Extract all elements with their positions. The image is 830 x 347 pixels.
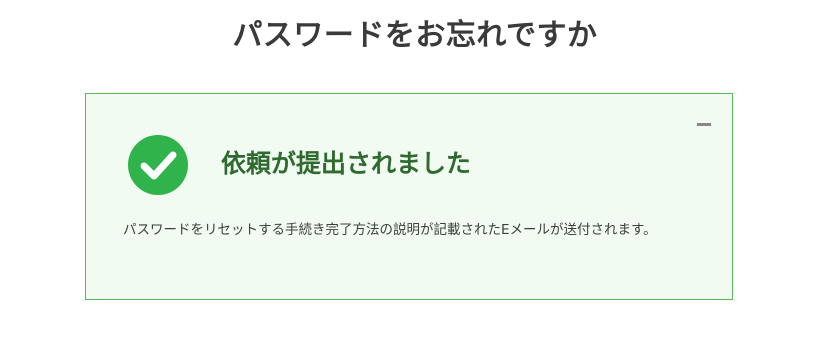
minus-icon[interactable] [697, 123, 711, 126]
success-alert: 依頼が提出されました パスワードをリセットする手続き完了方法の説明が記載されたE… [85, 93, 733, 300]
alert-heading: 依頼が提出されました [221, 149, 472, 178]
alert-message: パスワードをリセットする手続き完了方法の説明が記載されたEメールが送付されます。 [123, 222, 657, 238]
page-title: パスワードをお忘れですか [232, 18, 598, 53]
check-circle-icon [128, 135, 188, 195]
forgot-password-page: パスワードをお忘れですか 依頼が提出されました パスワードをリセットする手続き完… [0, 0, 830, 347]
